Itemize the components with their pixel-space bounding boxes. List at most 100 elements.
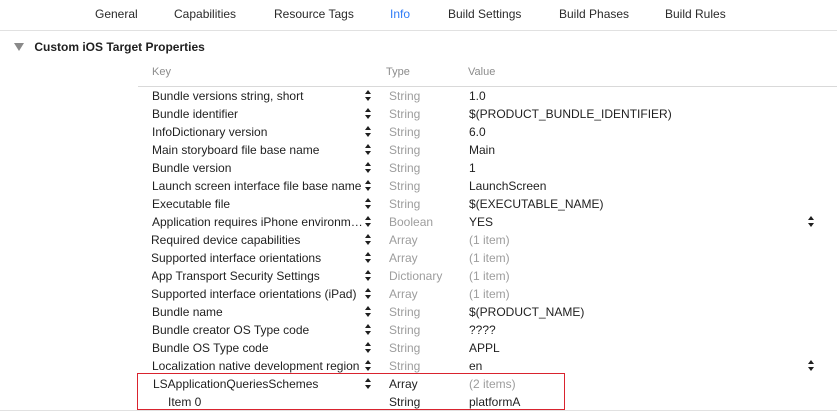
column-header-value[interactable]: Value bbox=[468, 66, 495, 78]
type-cell[interactable]: Array bbox=[389, 249, 418, 267]
type-cell[interactable]: Dictionary bbox=[389, 267, 442, 285]
table-row[interactable]: Bundle name String $(PRODUCT_NAME) bbox=[138, 303, 837, 321]
table-row[interactable]: Supported interface orientations Array (… bbox=[138, 249, 837, 267]
value-stepper-icon[interactable] bbox=[808, 360, 814, 372]
type-cell[interactable]: String bbox=[389, 105, 420, 123]
value-cell[interactable]: en bbox=[469, 357, 482, 375]
table-row[interactable]: Main storyboard file base name String Ma… bbox=[138, 141, 837, 159]
type-cell[interactable]: String bbox=[389, 303, 420, 321]
stepper-icon[interactable] bbox=[365, 198, 371, 210]
type-cell[interactable]: String bbox=[389, 357, 420, 375]
key-cell[interactable]: Executable file bbox=[152, 195, 364, 213]
table-row[interactable]: Bundle creator OS Type code String ???? bbox=[138, 321, 837, 339]
stepper-icon[interactable] bbox=[365, 342, 371, 354]
stepper-icon[interactable] bbox=[365, 234, 371, 246]
tab-resource-tags[interactable]: Resource Tags bbox=[274, 7, 354, 21]
key-cell[interactable]: Item 0 bbox=[168, 393, 380, 411]
table-row[interactable]: Bundle identifier String $(PRODUCT_BUNDL… bbox=[138, 105, 837, 123]
value-cell[interactable]: 6.0 bbox=[469, 123, 486, 141]
tab-capabilities[interactable]: Capabilities bbox=[174, 7, 236, 21]
column-header-key[interactable]: Key bbox=[152, 66, 171, 78]
stepper-icon[interactable] bbox=[365, 162, 371, 174]
value-cell[interactable]: 1 bbox=[469, 159, 476, 177]
type-cell[interactable]: String bbox=[389, 177, 420, 195]
type-cell[interactable]: String bbox=[389, 87, 420, 105]
type-cell[interactable]: String bbox=[389, 195, 420, 213]
stepper-icon[interactable] bbox=[365, 270, 371, 282]
value-stepper-icon[interactable] bbox=[808, 216, 814, 228]
type-cell[interactable]: String bbox=[389, 123, 420, 141]
type-cell[interactable]: Array bbox=[389, 231, 418, 249]
section-header[interactable]: Custom iOS Target Properties bbox=[14, 40, 205, 54]
value-cell[interactable]: platformA bbox=[469, 393, 520, 411]
table-row[interactable]: Bundle OS Type code String APPL bbox=[138, 339, 837, 357]
stepper-icon[interactable] bbox=[365, 144, 371, 156]
column-headers: Key Type Value bbox=[0, 66, 837, 80]
table-row[interactable]: Executable file String $(EXECUTABLE_NAME… bbox=[138, 195, 837, 213]
value-cell[interactable]: $(PRODUCT_NAME) bbox=[469, 303, 584, 321]
key-cell[interactable]: Localization native development region bbox=[152, 357, 364, 375]
key-cell[interactable]: Bundle creator OS Type code bbox=[152, 321, 364, 339]
table-row[interactable]: Localization native development region S… bbox=[138, 357, 837, 375]
stepper-icon[interactable] bbox=[365, 108, 371, 120]
value-cell[interactable]: ???? bbox=[469, 321, 496, 339]
key-cell[interactable]: Main storyboard file base name bbox=[152, 141, 364, 159]
stepper-icon[interactable] bbox=[365, 180, 371, 192]
key-cell[interactable]: Application requires iPhone environm… bbox=[152, 213, 364, 231]
key-cell[interactable]: App Transport Security Settings bbox=[152, 267, 364, 285]
table-row[interactable]: InfoDictionary version String 6.0 bbox=[138, 123, 837, 141]
table-row[interactable]: Application requires iPhone environm… Bo… bbox=[138, 213, 837, 231]
key-cell[interactable]: Bundle versions string, short bbox=[152, 87, 364, 105]
type-cell[interactable]: Array bbox=[389, 375, 418, 393]
stepper-icon[interactable] bbox=[365, 306, 371, 318]
key-cell[interactable]: Bundle identifier bbox=[152, 105, 364, 123]
table-row[interactable]: Bundle version String 1 bbox=[138, 159, 837, 177]
stepper-icon[interactable] bbox=[365, 126, 371, 138]
key-cell[interactable]: Supported interface orientations bbox=[152, 249, 364, 267]
stepper-icon[interactable] bbox=[365, 216, 371, 228]
key-cell[interactable]: Bundle OS Type code bbox=[152, 339, 364, 357]
tab-build-rules[interactable]: Build Rules bbox=[665, 7, 726, 21]
value-cell[interactable]: LaunchScreen bbox=[469, 177, 546, 195]
table-row[interactable]: Required device capabilities Array (1 it… bbox=[138, 231, 837, 249]
disclosure-open-icon[interactable] bbox=[14, 42, 24, 51]
value-cell[interactable]: Main bbox=[469, 141, 495, 159]
table-row[interactable]: Supported interface orientations (iPad) … bbox=[138, 285, 837, 303]
type-cell[interactable]: String bbox=[389, 321, 420, 339]
type-cell[interactable]: String bbox=[389, 393, 420, 411]
key-cell[interactable]: Bundle version bbox=[152, 159, 364, 177]
value-cell[interactable]: YES bbox=[469, 213, 493, 231]
tab-general[interactable]: General bbox=[95, 7, 138, 21]
stepper-icon[interactable] bbox=[365, 360, 371, 372]
value-cell[interactable]: APPL bbox=[469, 339, 500, 357]
tab-info[interactable]: Info bbox=[390, 7, 410, 21]
type-cell[interactable]: String bbox=[389, 159, 420, 177]
tab-build-settings[interactable]: Build Settings bbox=[448, 7, 521, 21]
table-row-item-0[interactable]: Item 0 String platformA bbox=[138, 393, 837, 411]
stepper-icon[interactable] bbox=[365, 90, 371, 102]
table-row[interactable]: App Transport Security Settings Dictiona… bbox=[138, 267, 837, 285]
stepper-icon[interactable] bbox=[365, 378, 371, 390]
key-cell[interactable]: LSApplicationQueriesSchemes bbox=[152, 375, 364, 393]
value-cell[interactable]: 1.0 bbox=[469, 87, 486, 105]
table-row[interactable]: Bundle versions string, short String 1.0 bbox=[138, 87, 837, 105]
column-header-type[interactable]: Type bbox=[386, 66, 410, 78]
type-cell[interactable]: Array bbox=[389, 285, 418, 303]
table-row-ls-application-queries-schemes[interactable]: LSApplicationQueriesSchemes Array (2 ite… bbox=[138, 375, 837, 393]
table-row[interactable]: Launch screen interface file base name S… bbox=[138, 177, 837, 195]
key-cell[interactable]: Required device capabilities bbox=[152, 231, 364, 249]
value-cell[interactable]: $(PRODUCT_BUNDLE_IDENTIFIER) bbox=[469, 105, 672, 123]
stepper-icon[interactable] bbox=[365, 324, 371, 336]
stepper-icon[interactable] bbox=[365, 288, 371, 300]
tab-build-phases[interactable]: Build Phases bbox=[559, 7, 629, 21]
key-cell[interactable]: InfoDictionary version bbox=[152, 123, 364, 141]
stepper-icon[interactable] bbox=[365, 252, 371, 264]
type-cell[interactable]: String bbox=[389, 339, 420, 357]
type-cell[interactable]: Boolean bbox=[389, 213, 433, 231]
key-cell[interactable]: Supported interface orientations (iPad) bbox=[152, 285, 364, 303]
key-cell[interactable]: Bundle name bbox=[152, 303, 364, 321]
type-cell[interactable]: String bbox=[389, 141, 420, 159]
value-cell[interactable]: $(EXECUTABLE_NAME) bbox=[469, 195, 603, 213]
key-label: Required device capabilities bbox=[152, 233, 301, 247]
key-cell[interactable]: Launch screen interface file base name bbox=[152, 177, 364, 195]
